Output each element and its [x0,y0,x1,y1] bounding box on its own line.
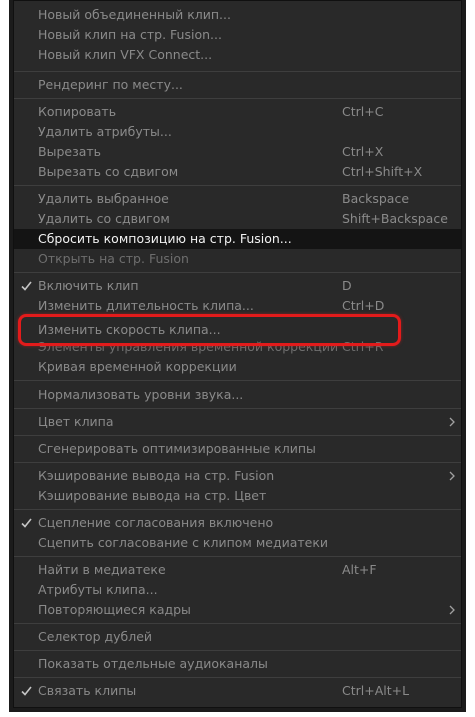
menu-item-label: Копировать [38,104,117,119]
menu-item-label: Повторяющиеся кадры [38,602,191,617]
menu-item-link-clips[interactable]: Связать клипы Ctrl+Alt+L [14,681,461,701]
menu-item-shortcut: Ctrl+R [342,339,384,354]
menu-item-shortcut: Ctrl+X [342,144,384,159]
menu-item-shortcut: Shift+Backspace [342,211,448,226]
menu-item-remove-attributes[interactable]: Удалить атрибуты... [14,122,461,142]
menu-item-new-fusion-clip[interactable]: Новый клип на стр. Fusion... [14,25,461,45]
menu-item-label: Новый клип VFX Connect... [38,47,213,62]
menu-item-ripple-delete[interactable]: Удалить со сдвигом Shift+Backspace [14,209,461,229]
menu-item-label: Удалить со сдвигом [38,211,170,226]
menu-group-clip-timing: Включить клип D Изменить длительность кл… [14,273,461,381]
menu-item-label: Сгенерировать оптимизированные клипы [38,441,316,456]
menu-item-delete-selected[interactable]: Удалить выбранное Backspace [14,189,461,209]
menu-item-label: Открыть на стр. Fusion [38,251,189,266]
menu-item-label: Цвет клипа [38,414,114,429]
menu-group-delete: Удалить выбранное Backspace Удалить со с… [14,186,461,273]
menu-item-render-in-place[interactable]: Рендеринг по месту... [14,75,461,95]
menu-item-label: Вырезать со сдвигом [38,164,179,179]
menu-item-generate-optimized-media[interactable]: Сгенерировать оптимизированные клипы [14,439,461,459]
menu-group-conform-lock: Сцепление согласования включено Сцепить … [14,510,461,557]
menu-item-shortcut: Ctrl+C [342,104,384,119]
menu-item-label: Селектор дублей [38,629,153,644]
menu-item-show-individual-audio-channels[interactable]: Показать отдельные аудиоканалы [14,654,461,674]
menu-item-reset-fusion-composition[interactable]: Сбросить композицию на стр. Fusion... [14,229,461,249]
menu-group-clip-color: Цвет клипа [14,409,461,436]
menu-item-ripple-cut[interactable]: Вырезать со сдвигом Ctrl+Shift+X [14,162,461,182]
menu-item-change-clip-duration[interactable]: Изменить длительность клипа... Ctrl+D [14,296,461,316]
menu-group-audio-channels: Показать отдельные аудиоканалы [14,651,461,678]
menu-group-render: Рендеринг по месту... [14,72,461,99]
menu-item-label: Нормализовать уровни звука... [38,387,244,402]
menu-item-label: Сцепление согласования включено [38,515,274,530]
menu-item-label: Сбросить композицию на стр. Fusion... [38,231,292,246]
menu-item-shortcut: Backspace [342,191,410,206]
chevron-right-icon [447,466,457,486]
menu-group-link: Связать клипы Ctrl+Alt+L [14,678,461,704]
menu-item-label: Новый клип на стр. Fusion... [38,27,222,42]
menu-item-new-vfx-connect-clip[interactable]: Новый клип VFX Connect... [14,45,461,65]
menu-item-shortcut: D [342,278,352,293]
menu-item-enable-clip[interactable]: Включить клип D [14,276,461,296]
menu-group-audio: Нормализовать уровни звука... [14,381,461,409]
menu-item-label: Кривая временной коррекции [38,359,237,374]
menu-item-conform-lock-with-media-pool[interactable]: Сцепить согласование с клипом медиатеки [14,533,461,553]
menu-group-optimize: Сгенерировать оптимизированные клипы [14,436,461,463]
menu-item-label: Элементы управления временной коррекции [38,339,339,354]
menu-item-copy[interactable]: Копировать Ctrl+C [14,102,461,122]
chevron-right-icon [447,600,457,620]
menu-group-clipboard: Копировать Ctrl+C Удалить атрибуты... Вы… [14,99,461,186]
menu-item-find-in-media-pool[interactable]: Найти в медиатеке Alt+F [14,560,461,580]
check-icon [20,513,32,533]
menu-group-takes: Селектор дублей [14,624,461,651]
menu-item-label: Показать отдельные аудиоканалы [38,656,268,671]
menu-item-cut[interactable]: Вырезать Ctrl+X [14,142,461,162]
check-icon [20,276,32,296]
menu-item-label: Кэширование вывода на стр. Fusion [38,468,275,483]
menu-item-open-in-fusion[interactable]: Открыть на стр. Fusion [14,249,461,269]
menu-group-render-cache: Кэширование вывода на стр. Fusion Кэширо… [14,463,461,510]
menu-item-shortcut: Ctrl+D [342,298,385,313]
menu-item-label: Удалить выбранное [38,191,169,206]
context-menu: Новый объединенный клип... Новый клип на… [13,0,462,708]
menu-item-label: Удалить атрибуты... [38,124,172,139]
menu-item-clip-attributes[interactable]: Атрибуты клипа... [14,580,461,600]
menu-item-label: Найти в медиатеке [38,562,166,577]
menu-item-fusion-output-cache[interactable]: Кэширование вывода на стр. Fusion [14,466,461,486]
menu-item-new-compound-clip[interactable]: Новый объединенный клип... [14,5,461,25]
menu-item-take-selector[interactable]: Селектор дублей [14,627,461,647]
menu-item-label: Новый объединенный клип... [38,7,231,22]
menu-item-color-output-cache[interactable]: Кэширование вывода на стр. Цвет [14,486,461,506]
menu-item-label: Вырезать [38,144,102,159]
menu-item-label: Рендеринг по месту... [38,77,183,92]
menu-item-label: Сцепить согласование с клипом медиатеки [38,535,329,550]
check-icon [20,681,32,701]
menu-item-shortcut: Ctrl+Shift+X [342,164,423,179]
menu-item-label: Кэширование вывода на стр. Цвет [38,488,267,503]
menu-item-normalize-audio-levels[interactable]: Нормализовать уровни звука... [14,385,461,405]
menu-item-clip-color[interactable]: Цвет клипа [14,412,461,432]
menu-group-media-pool: Найти в медиатеке Alt+F Атрибуты клипа..… [14,557,461,624]
menu-group-new-clips: Новый объединенный клип... Новый клип на… [14,1,461,72]
menu-item-label: Атрибуты клипа... [38,582,158,597]
menu-item-retime-curve[interactable]: Кривая временной коррекции [14,357,461,377]
menu-item-duplicate-frames[interactable]: Повторяющиеся кадры [14,600,461,620]
menu-item-conform-lock-enabled[interactable]: Сцепление согласования включено [14,513,461,533]
menu-item-retime-controls[interactable]: Элементы управления временной коррекции … [14,337,461,357]
menu-item-shortcut: Ctrl+Alt+L [342,683,410,698]
menu-item-shortcut: Alt+F [342,562,377,577]
chevron-right-icon [447,412,457,432]
menu-item-label: Связать клипы [38,683,137,698]
menu-item-label: Изменить длительность клипа... [38,298,254,313]
menu-item-label: Включить клип [38,278,139,293]
